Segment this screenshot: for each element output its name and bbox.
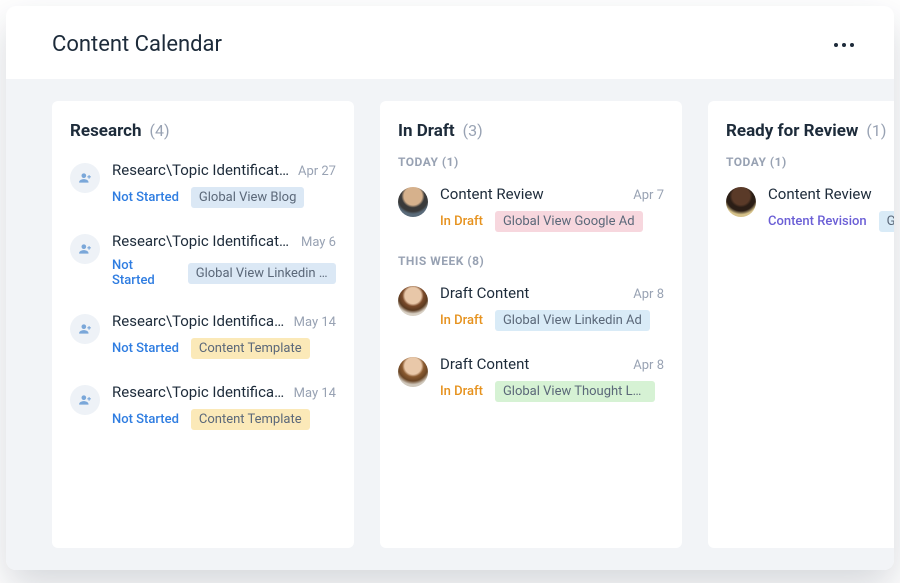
card-title: Researc\Topic Identificat… [112, 161, 289, 179]
card-body: Content Review Apr 7 In Draft Global View G… [440, 185, 664, 232]
card[interactable]: Researc\Topic Identificat… Apr 27 Not Star… [70, 155, 336, 226]
tag: Global View Linkedin Ad [495, 310, 650, 331]
tag: Content Template [191, 338, 310, 359]
card-meta: In Draft Global View Google Ad [440, 211, 664, 232]
card-meta: Not Started Content Template [112, 338, 336, 359]
card-date: Apr 8 [633, 358, 664, 373]
card[interactable]: Draft Content Apr 8 In Draft Global View Th… [398, 349, 664, 420]
avatar[interactable] [398, 187, 428, 217]
status-label: In Draft [440, 384, 483, 399]
column-title: Research [70, 121, 142, 141]
unassigned-icon[interactable] [70, 163, 100, 193]
card-top: Content Review Apr 7 [440, 185, 664, 203]
card-top: Draft Content Apr 8 [440, 355, 664, 373]
status-label: In Draft [440, 313, 483, 328]
column-title: In Draft [398, 121, 455, 141]
status-label: Not Started [112, 258, 176, 288]
avatar[interactable] [398, 286, 428, 316]
section-label: TODAY (1) [726, 155, 894, 169]
board-wrap: Research (4) Researc\Topic Identificat… Apr… [6, 79, 894, 570]
card-title: Content Review [768, 185, 872, 203]
card-title: Draft Content [440, 355, 529, 373]
card-meta: Not Started Content Template [112, 409, 336, 430]
section-label: TODAY (1) [398, 155, 664, 169]
card-body: Draft Content Apr 8 In Draft Global View Th… [440, 355, 664, 402]
card[interactable]: Researc\Topic Identifica… May 14 Not Start… [70, 306, 336, 377]
column-count: (1) [866, 121, 886, 140]
tag: Global View Blog [191, 187, 305, 208]
column: Research (4) Researc\Topic Identificat… Apr… [52, 101, 354, 548]
card-body: Researc\Topic Identificat… Apr 27 Not Star… [112, 161, 336, 208]
card-top: Content Review [768, 185, 894, 203]
card-title: Draft Content [440, 284, 529, 302]
column-title: Ready for Review [726, 121, 858, 141]
page-title: Content Calendar [52, 32, 222, 57]
column-count: (4) [150, 121, 170, 140]
tag: Glo [879, 211, 894, 232]
card-date: Apr 27 [298, 164, 336, 179]
card-title: Researc\Topic Identifica… [112, 312, 284, 330]
card-date: May 6 [301, 235, 336, 250]
header: Content Calendar [6, 6, 894, 79]
card-body: Researc\Topic Identifica… May 14 Not Start… [112, 312, 336, 359]
avatar[interactable] [398, 357, 428, 387]
status-label: In Draft [440, 214, 483, 229]
tag: Global View Thought Lea… [495, 381, 655, 402]
card[interactable]: Researc\Topic Identificat… May 6 Not Start… [70, 226, 336, 306]
card-title: Content Review [440, 185, 544, 203]
card-top: Researc\Topic Identifica… May 14 [112, 312, 336, 330]
card-meta: Not Started Global View Linkedin Ad [112, 258, 336, 288]
card-date: Apr 8 [633, 287, 664, 302]
card-top: Researc\Topic Identificat… May 6 [112, 232, 336, 250]
column: Ready for Review (1) TODAY (1) Content Revi… [708, 101, 894, 548]
card[interactable]: Content Review Content Revision Glo [726, 179, 894, 250]
app-window: Content Calendar Research (4) Researc\Topi… [6, 6, 894, 570]
card-date: May 14 [294, 386, 336, 401]
card-body: Researc\Topic Identificat… May 6 Not Start… [112, 232, 336, 288]
more-icon-dot [850, 43, 854, 47]
status-label: Not Started [112, 190, 179, 205]
card-top: Draft Content Apr 8 [440, 284, 664, 302]
more-icon-dot [834, 43, 838, 47]
card-date: May 14 [294, 315, 336, 330]
card-meta: In Draft Global View Thought Lea… [440, 381, 664, 402]
card-meta: Content Revision Glo [768, 211, 894, 232]
status-label: Content Revision [768, 214, 867, 229]
more-menu-button[interactable] [830, 35, 858, 55]
status-label: Not Started [112, 341, 179, 356]
column-count: (3) [463, 121, 483, 140]
column-header: Ready for Review (1) [726, 121, 894, 141]
tag: Global View Linkedin Ad [188, 263, 336, 284]
tag: Content Template [191, 409, 310, 430]
card[interactable]: Researc\Topic Identifica… May 14 Not Start… [70, 377, 336, 448]
card[interactable]: Content Review Apr 7 In Draft Global View G… [398, 179, 664, 250]
card-body: Content Review Content Revision Glo [768, 185, 894, 232]
card-body: Researc\Topic Identifica… May 14 Not Start… [112, 383, 336, 430]
board: Research (4) Researc\Topic Identificat… Apr… [52, 101, 894, 548]
card-top: Researc\Topic Identificat… Apr 27 [112, 161, 336, 179]
card-top: Researc\Topic Identifica… May 14 [112, 383, 336, 401]
unassigned-icon[interactable] [70, 385, 100, 415]
card-body: Draft Content Apr 8 In Draft Global View Li… [440, 284, 664, 331]
unassigned-icon[interactable] [70, 314, 100, 344]
card-meta: Not Started Global View Blog [112, 187, 336, 208]
card[interactable]: Draft Content Apr 8 In Draft Global View Li… [398, 278, 664, 349]
more-icon-dot [842, 43, 846, 47]
tag: Global View Google Ad [495, 211, 643, 232]
avatar[interactable] [726, 187, 756, 217]
card-title: Researc\Topic Identificat… [112, 232, 289, 250]
column: In Draft (3) TODAY (1) Content Review Apr 7 I… [380, 101, 682, 548]
card-date: Apr 7 [633, 188, 664, 203]
column-header: Research (4) [70, 121, 336, 141]
unassigned-icon[interactable] [70, 234, 100, 264]
section-label: THIS WEEK (8) [398, 254, 664, 268]
card-title: Researc\Topic Identifica… [112, 383, 284, 401]
card-meta: In Draft Global View Linkedin Ad [440, 310, 664, 331]
column-header: In Draft (3) [398, 121, 664, 141]
status-label: Not Started [112, 412, 179, 427]
